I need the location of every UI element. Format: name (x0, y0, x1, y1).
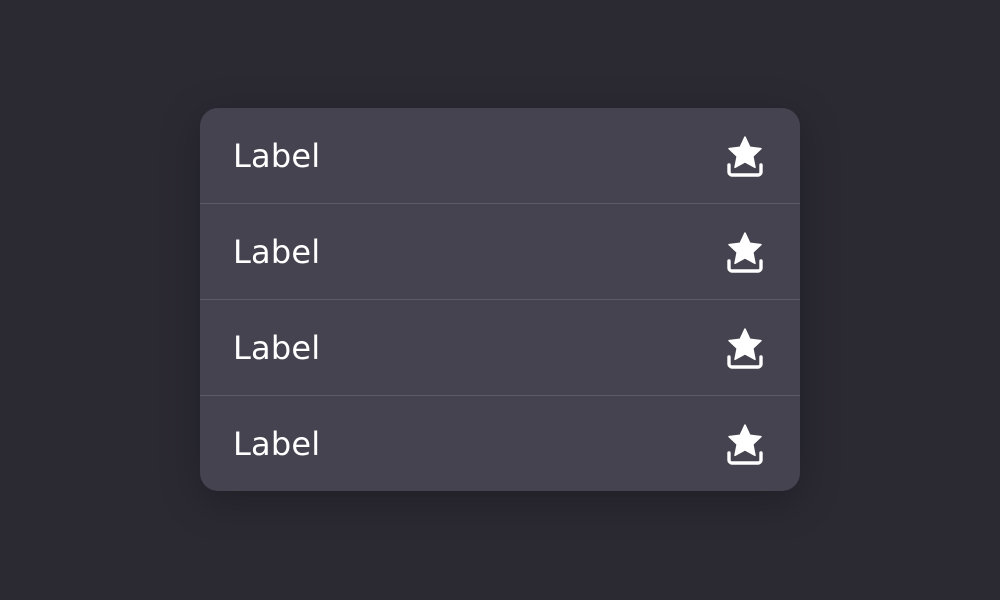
star-tray-icon (726, 327, 764, 369)
menu-item-label: Label (233, 328, 321, 367)
context-menu: Label Label Label Label (200, 108, 800, 491)
menu-item-1[interactable]: Label (200, 108, 800, 203)
menu-item-label: Label (233, 136, 321, 175)
star-tray-icon (726, 423, 764, 465)
star-tray-icon (726, 231, 764, 273)
menu-item-label: Label (233, 424, 321, 463)
menu-item-label: Label (233, 232, 321, 271)
menu-item-3[interactable]: Label (200, 299, 800, 395)
star-tray-icon (726, 135, 764, 177)
menu-item-4[interactable]: Label (200, 395, 800, 491)
menu-item-2[interactable]: Label (200, 203, 800, 299)
